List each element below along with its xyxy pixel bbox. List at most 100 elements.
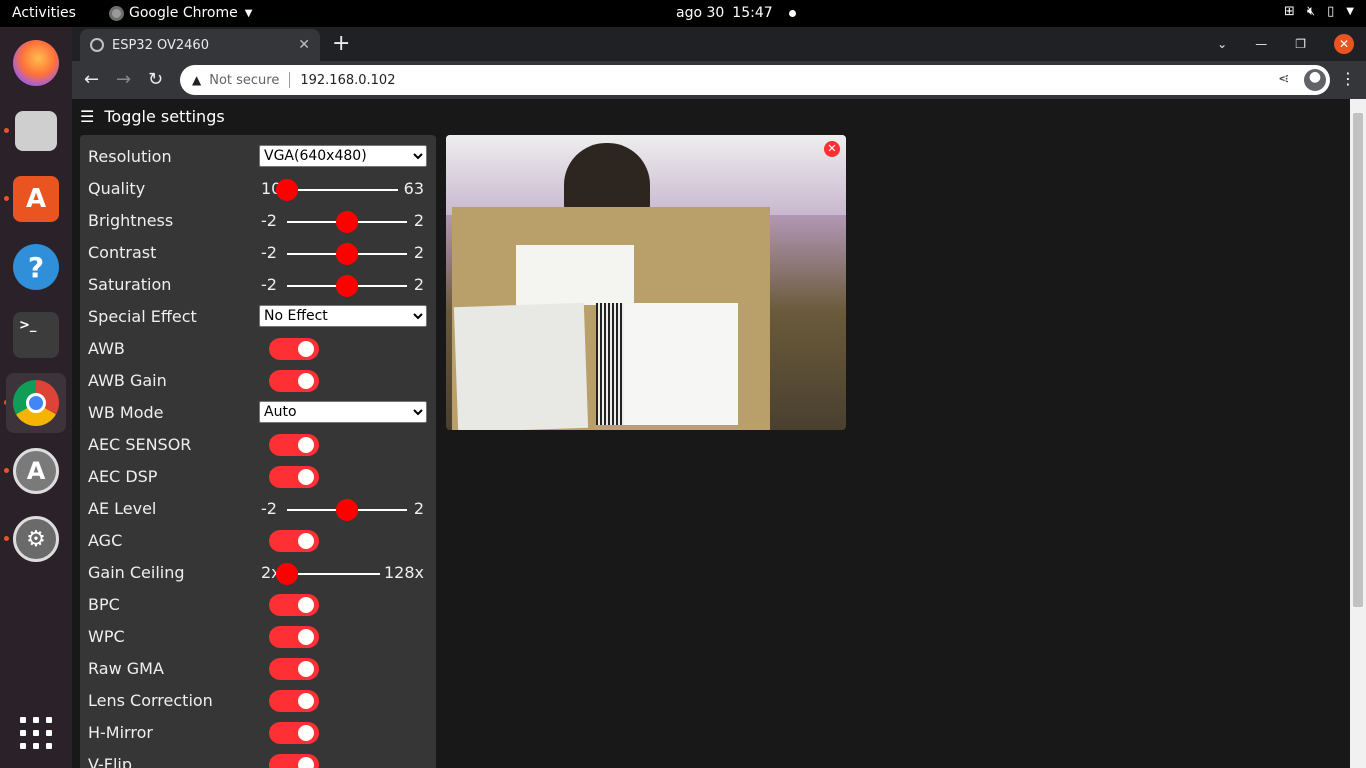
gain-ceiling-slider-thumb[interactable] [276,563,298,585]
new-tab-button[interactable]: + [332,31,350,56]
aec-dsp-toggle[interactable] [269,466,319,488]
window-controls: ⌄ — ❐ ✕ [1217,34,1354,54]
range-max-label: 128x [383,563,424,582]
setting-agc: AGC [88,527,428,555]
setting-label: AE Level [88,499,157,518]
setting-label: WPC [88,627,125,646]
h-mirror-toggle[interactable] [269,722,319,744]
range-min-label: -2 [261,499,277,518]
brightness-slider-thumb[interactable] [336,211,358,233]
tab-close-icon[interactable]: ✕ [298,37,310,53]
wb-mode-select[interactable]: Auto [259,401,427,423]
dock-chrome[interactable] [6,373,66,433]
minimize-button[interactable]: — [1255,37,1267,51]
menu-kebab-icon[interactable]: ⋮ [1340,69,1356,88]
warning-icon[interactable]: ▲ [192,73,201,87]
url-text[interactable]: 192.168.0.102 [300,73,395,88]
firefox-icon [13,40,59,86]
volume-muted-icon: 🔇︎ [1306,4,1316,19]
setting-wb-mode: WB Mode Auto [88,399,428,427]
agc-toggle[interactable] [269,530,319,552]
back-arrow-icon[interactable]: ← [84,69,99,90]
raw-gma-toggle[interactable] [269,658,319,680]
setting-lens-correction: Lens Correction [88,687,428,715]
setting-label: Lens Correction [88,691,213,710]
scrollbar-thumb[interactable] [1353,113,1363,607]
setting-raw-gma: Raw GMA [88,655,428,683]
setting-label: H-Mirror [88,723,153,742]
network-icon: ⊞ [1284,4,1295,19]
forward-arrow-icon[interactable]: → [116,69,131,90]
setting-aec-dsp: AEC DSP [88,463,428,491]
toggle-settings-label: Toggle settings [104,107,225,126]
setting-saturation: Saturation -2 2 [88,271,428,299]
stream-person [564,143,650,215]
dock-files[interactable] [6,101,66,161]
settings-panel: Resolution VGA(640x480) Quality 10 63 Brightn… [80,135,436,768]
clock[interactable]: ago 30 15:47 [676,5,796,21]
software-updater-icon: A [13,448,59,494]
setting-awb: AWB [88,335,428,363]
app-menu-label: Google Chrome [129,5,238,21]
setting-awb-gain: AWB Gain [88,367,428,395]
chrome-window: ESP32 OV2460 ✕ + ⌄ — ❐ ✕ ← → ↻ ▲ Not sec… [72,27,1366,768]
dock-settings[interactable]: ⚙ [6,509,66,569]
notification-dot [788,9,796,17]
bpc-toggle[interactable] [269,594,319,616]
clock-date: ago 30 [676,5,725,21]
gain-ceiling-slider-track[interactable] [287,573,380,575]
page-scrollbar[interactable] [1350,99,1366,768]
setting-label: AWB [88,339,125,358]
show-applications-icon[interactable] [20,717,52,749]
quality-slider-track[interactable] [287,189,398,191]
address-bar[interactable]: ▲ Not secure 192.168.0.102 ⋖ ☆ [180,65,1330,95]
stream-barcode [596,303,624,425]
side-panel-icon[interactable]: ◧ [1272,69,1287,88]
awb-toggle[interactable] [269,338,319,360]
close-window-button[interactable]: ✕ [1334,34,1354,54]
system-tray[interactable]: ⊞ 🔇︎ ▯ ▼ [1284,4,1354,19]
setting-ae-level: AE Level -2 2 [88,495,428,523]
dock-firefox[interactable] [6,33,66,93]
dock: A ? >_ A ⚙ [0,27,72,768]
saturation-slider-thumb[interactable] [336,275,358,297]
resolution-select[interactable]: VGA(640x480) [259,145,427,167]
dock-terminal[interactable]: >_ [6,305,66,365]
tab-strip: ESP32 OV2460 ✕ + ⌄ — ❐ ✕ [72,27,1366,61]
aec-sensor-toggle[interactable] [269,434,319,456]
tab-title: ESP32 OV2460 [112,37,209,53]
browser-toolbar: ← → ↻ ▲ Not secure 192.168.0.102 ⋖ ☆ ◧ ●… [72,61,1366,99]
contrast-slider-thumb[interactable] [336,243,358,265]
setting-label: AEC SENSOR [88,435,192,454]
dock-software-updater[interactable]: A [6,441,66,501]
special-effect-select[interactable]: No Effect [259,305,427,327]
v-flip-toggle[interactable] [269,754,319,768]
chrome-icon [13,380,59,426]
browser-tab[interactable]: ESP32 OV2460 ✕ [80,29,320,61]
app-menu[interactable]: Google Chrome ▼ [109,5,252,21]
wpc-toggle[interactable] [269,626,319,648]
tab-search-icon[interactable]: ⌄ [1217,37,1227,51]
close-stream-button[interactable]: ✕ [824,141,840,157]
reload-icon[interactable]: ↻ [148,69,163,90]
range-min-label: -2 [261,211,277,230]
dock-help[interactable]: ? [6,237,66,297]
setting-wpc: WPC [88,623,428,651]
lens-correction-toggle[interactable] [269,690,319,712]
maximize-button[interactable]: ❐ [1295,37,1306,51]
profile-avatar[interactable]: ● [1304,69,1326,91]
dock-app-center[interactable]: A [6,169,66,229]
awb-gain-toggle[interactable] [269,370,319,392]
clock-time: 15:47 [732,5,773,21]
activities-button[interactable]: Activities [12,5,76,21]
setting-special-effect: Special Effect No Effect [88,303,428,331]
ae-level-slider-thumb[interactable] [336,499,358,521]
quality-slider-thumb[interactable] [276,179,298,201]
setting-label: V-Flip [88,755,133,768]
setting-label: AGC [88,531,123,550]
setting-brightness: Brightness -2 2 [88,207,428,235]
toggle-settings-button[interactable]: ☰ Toggle settings [80,107,225,126]
setting-label: Saturation [88,275,172,294]
range-min-label: -2 [261,243,277,262]
security-status[interactable]: Not secure [209,73,279,88]
